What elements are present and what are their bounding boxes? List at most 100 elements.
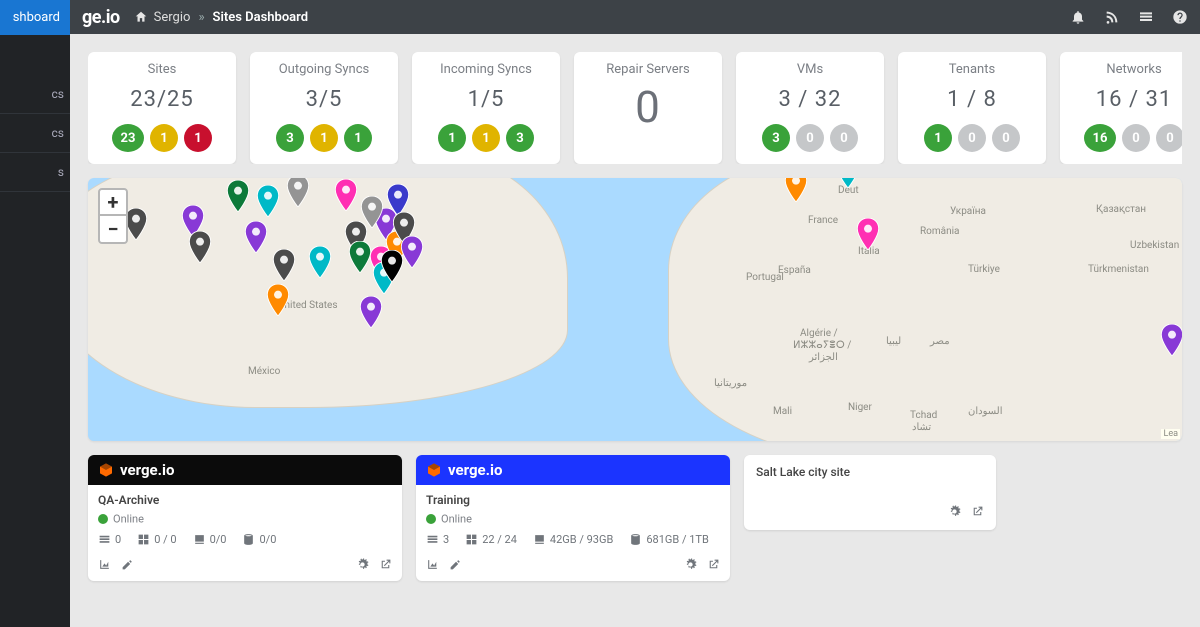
map-label: Қазақстан <box>1096 204 1146 215</box>
map-label: France <box>808 215 838 226</box>
status-pill: 16 <box>1084 124 1116 152</box>
status-pill: 1 <box>438 124 466 152</box>
map-label: ⵍⵣⵣⴰⵢⴻⵔ / <box>793 340 851 351</box>
map-view[interactable]: + − Lea United StatesMéxicoFranceEspañaP… <box>88 178 1182 441</box>
zoom-in-button[interactable]: + <box>100 190 126 216</box>
list-icon[interactable] <box>1138 9 1154 25</box>
stat-card-pills: 1600 <box>1066 124 1182 152</box>
stat-card[interactable]: Tenants1 / 8100 <box>898 52 1046 164</box>
bell-icon[interactable] <box>1070 9 1086 25</box>
status-pill: 3 <box>506 124 534 152</box>
breadcrumb-root[interactable]: Sergio <box>154 10 191 25</box>
map-pin[interactable] <box>361 196 383 228</box>
map-label: Niger <box>848 402 872 413</box>
home-icon[interactable] <box>134 10 148 24</box>
stat-card-row: Sites23/252311Outgoing Syncs3/5311Incomi… <box>88 52 1182 164</box>
stat-card-value: 0 <box>580 81 716 133</box>
sidebar-item-dashboard[interactable]: shboard <box>0 0 70 35</box>
map-label: Tchad <box>910 410 937 421</box>
map-pin[interactable] <box>309 246 331 278</box>
site-metrics: 0 0 / 0 0/0 0/0 <box>98 533 392 546</box>
metric-grid: 0 / 0 <box>137 533 176 546</box>
status-pill: 0 <box>796 124 824 152</box>
stat-card-pills: 100 <box>904 124 1040 152</box>
sidebar-item-1[interactable]: cs <box>0 114 70 153</box>
map-pin[interactable] <box>360 296 382 328</box>
map-pin[interactable] <box>381 250 403 282</box>
stat-card[interactable]: Repair Servers 0 <box>574 52 722 164</box>
stat-card[interactable]: Networks16 / 311600 <box>1060 52 1182 164</box>
sidebar-item-2[interactable]: s <box>0 153 70 192</box>
status-pill: 1 <box>310 124 338 152</box>
map-pin[interactable] <box>273 249 295 281</box>
stat-card[interactable]: Outgoing Syncs3/5311 <box>250 52 398 164</box>
metric-grid: 22 / 24 <box>465 533 517 546</box>
site-panel-header: verge.io <box>88 455 402 485</box>
map-pin[interactable] <box>245 221 267 253</box>
status-pill: 3 <box>276 124 304 152</box>
help-icon[interactable] <box>1172 9 1188 25</box>
feed-icon[interactable] <box>1104 9 1120 25</box>
map-pin[interactable] <box>335 179 357 211</box>
external-link-icon[interactable] <box>971 501 984 520</box>
status-pill: 0 <box>830 124 858 152</box>
map-label: Mali <box>773 406 792 417</box>
edit-icon[interactable] <box>449 556 462 570</box>
map-label: Uzbekistan <box>1130 240 1179 251</box>
site-brand: verge.io <box>120 461 174 479</box>
gear-icon[interactable] <box>356 556 369 570</box>
map-pin[interactable] <box>227 180 249 212</box>
chart-icon[interactable] <box>426 556 439 570</box>
status-text: Online <box>441 512 472 525</box>
map-label: Algérie / <box>800 328 838 339</box>
map-label: Україна <box>950 206 986 217</box>
brand-hex-icon <box>98 462 114 478</box>
status-dot <box>426 514 436 524</box>
stat-card-pills: 2311 <box>94 124 230 152</box>
map-pin[interactable] <box>267 284 289 316</box>
map-pin[interactable] <box>837 178 859 188</box>
metric-db: 681GB / 1TB <box>629 533 709 546</box>
external-link-icon[interactable] <box>379 556 392 570</box>
stat-card-value: 3 / 32 <box>742 87 878 112</box>
map-pin[interactable] <box>189 231 211 263</box>
sidebar-item-0[interactable]: cs <box>0 75 70 114</box>
stat-card[interactable]: Incoming Syncs1/5113 <box>412 52 560 164</box>
map-pin[interactable] <box>287 178 309 207</box>
status-pill: 0 <box>1156 124 1182 152</box>
gear-icon[interactable] <box>684 556 697 570</box>
map-pin[interactable] <box>857 218 879 250</box>
edit-icon[interactable] <box>121 556 134 570</box>
brand-hex-icon <box>426 462 442 478</box>
metric-disk: 42GB / 93GB <box>533 533 613 546</box>
map-label: México <box>248 366 280 377</box>
metric-rows: 0 <box>98 533 121 546</box>
map-label: România <box>920 226 959 237</box>
status-text: Online <box>113 512 144 525</box>
site-name: Training <box>426 493 720 507</box>
stat-card-title: Sites <box>94 62 230 77</box>
stat-card[interactable]: VMs3 / 32300 <box>736 52 884 164</box>
map-pin[interactable] <box>257 185 279 217</box>
map-label: السودان <box>968 406 1003 417</box>
sidebar: shboard cscss <box>0 0 70 627</box>
stat-card[interactable]: Sites23/252311 <box>88 52 236 164</box>
external-link-icon[interactable] <box>707 556 720 570</box>
chart-icon[interactable] <box>98 556 111 570</box>
stat-card-title: Outgoing Syncs <box>256 62 392 77</box>
app-logo: ge.io <box>82 7 120 28</box>
map-label: تشاد <box>912 422 931 433</box>
site-name: QA-Archive <box>98 493 392 507</box>
zoom-out-button[interactable]: − <box>100 216 126 242</box>
status-pill: 1 <box>150 124 178 152</box>
map-pin[interactable] <box>1161 324 1182 356</box>
map-pin[interactable] <box>785 178 807 202</box>
status-pill: 1 <box>924 124 952 152</box>
gear-icon[interactable] <box>948 501 961 520</box>
stat-card-title: Repair Servers <box>580 62 716 77</box>
stat-card-pills: 300 <box>742 124 878 152</box>
map-label: Türkmenistan <box>1088 264 1149 275</box>
map-pin[interactable] <box>349 241 371 273</box>
map-pin[interactable] <box>401 236 423 268</box>
map-pin[interactable] <box>125 208 147 240</box>
